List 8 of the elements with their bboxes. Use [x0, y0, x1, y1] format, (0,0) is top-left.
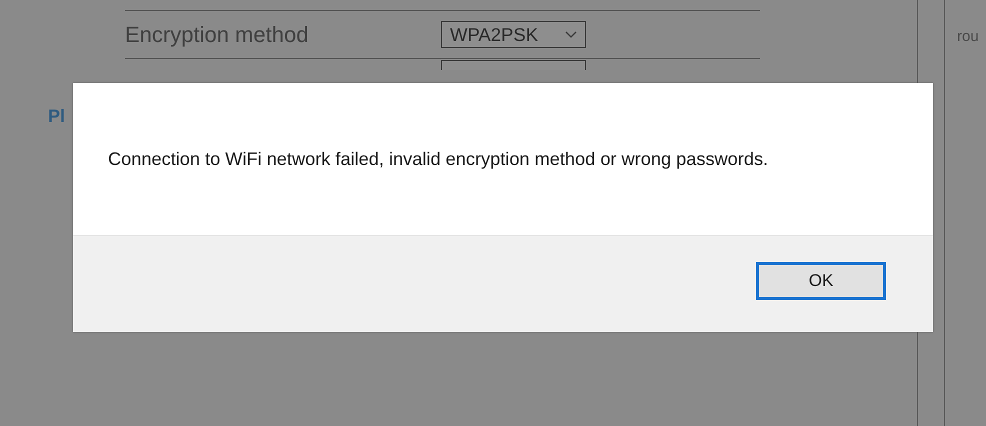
- select-field[interactable]: WPA2PSK: [441, 21, 586, 48]
- error-message: Connection to WiFi network failed, invalid encryption method or wrong passwords.: [108, 148, 768, 170]
- select-field[interactable]: [441, 60, 586, 70]
- field-label: Encryption method: [125, 22, 310, 48]
- side-panel-text: rou: [957, 28, 979, 45]
- caret-icon: [565, 30, 577, 38]
- ok-button[interactable]: OK: [756, 262, 886, 300]
- section-heading: Pl: [48, 106, 66, 127]
